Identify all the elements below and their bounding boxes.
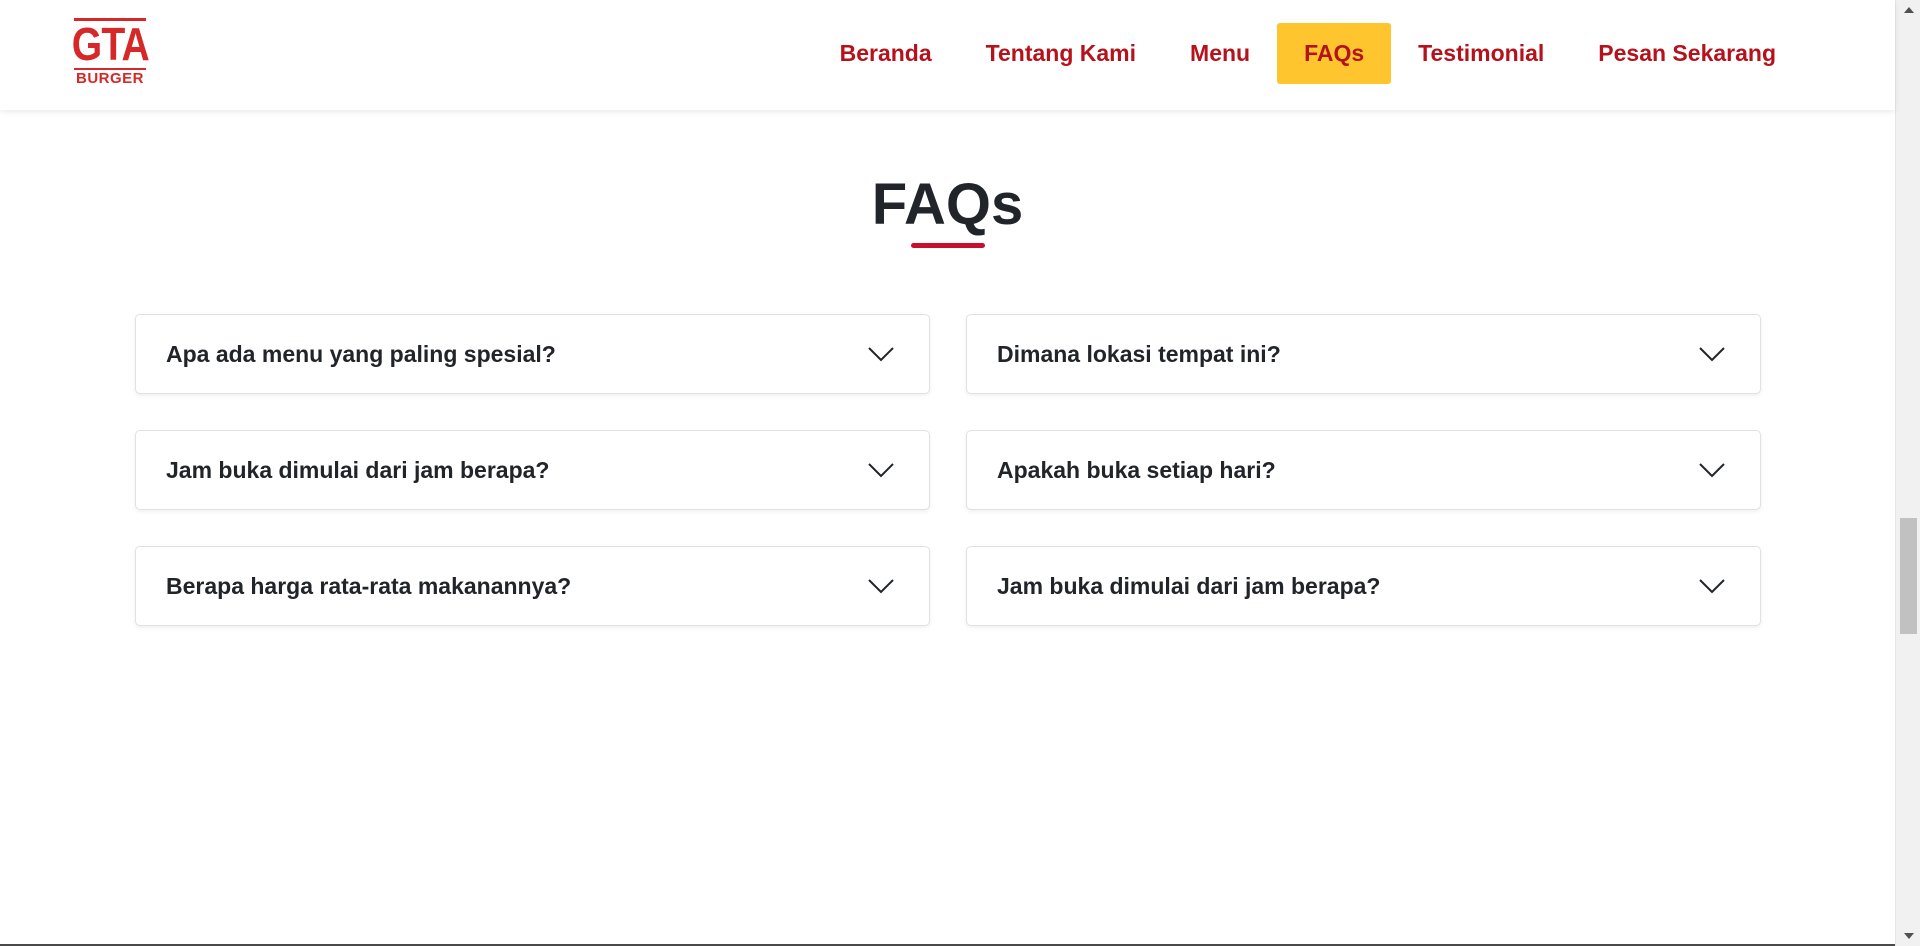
nav-link-pesan-sekarang[interactable]: Pesan Sekarang bbox=[1571, 23, 1803, 84]
faq-item[interactable]: Jam buka dimulai dari jam berapa? bbox=[135, 430, 930, 510]
navbar: GTA BURGER Beranda Tentang Kami Menu FAQ… bbox=[0, 0, 1895, 110]
faq-question: Jam buka dimulai dari jam berapa? bbox=[997, 572, 1381, 599]
chevron-down-icon bbox=[868, 347, 894, 362]
chevron-down-icon bbox=[1699, 463, 1725, 478]
nav-link-testimonial[interactable]: Testimonial bbox=[1391, 23, 1571, 84]
scroll-up-arrow-icon[interactable] bbox=[1896, 0, 1920, 20]
vertical-scrollbar[interactable] bbox=[1895, 0, 1920, 946]
faq-grid: Apa ada menu yang paling spesial? Dimana… bbox=[135, 314, 1761, 626]
faq-question: Dimana lokasi tempat ini? bbox=[997, 340, 1281, 367]
faq-question: Apakah buka setiap hari? bbox=[997, 456, 1276, 483]
faq-question: Jam buka dimulai dari jam berapa? bbox=[166, 456, 550, 483]
scrollbar-thumb[interactable] bbox=[1900, 518, 1917, 634]
chevron-down-icon bbox=[1699, 347, 1725, 362]
faq-item[interactable]: Apa ada menu yang paling spesial? bbox=[135, 314, 930, 394]
main-nav: Beranda Tentang Kami Menu FAQs Testimoni… bbox=[813, 23, 1803, 84]
nav-link-faqs[interactable]: FAQs bbox=[1277, 23, 1392, 84]
brand-logo[interactable]: GTA BURGER bbox=[71, 18, 149, 92]
title-underline bbox=[911, 243, 985, 248]
logo-sub-text: BURGER bbox=[75, 70, 144, 87]
faq-item[interactable]: Apakah buka setiap hari? bbox=[966, 430, 1761, 510]
page: GTA BURGER Beranda Tentang Kami Menu FAQ… bbox=[0, 0, 1920, 946]
nav-link-menu[interactable]: Menu bbox=[1163, 23, 1277, 84]
faq-item[interactable]: Dimana lokasi tempat ini? bbox=[966, 314, 1761, 394]
chevron-down-icon bbox=[868, 579, 894, 594]
logo-main-text: GTA bbox=[71, 18, 149, 70]
scroll-down-arrow-icon[interactable] bbox=[1896, 926, 1920, 946]
chevron-down-icon bbox=[868, 463, 894, 478]
nav-link-beranda[interactable]: Beranda bbox=[813, 23, 959, 84]
nav-link-tentang-kami[interactable]: Tentang Kami bbox=[959, 23, 1163, 84]
chevron-down-icon bbox=[1699, 579, 1725, 594]
faq-question: Apa ada menu yang paling spesial? bbox=[166, 340, 556, 367]
section-title: FAQs bbox=[871, 172, 1024, 237]
faq-item[interactable]: Jam buka dimulai dari jam berapa? bbox=[966, 546, 1761, 626]
faq-item[interactable]: Berapa harga rata-rata makanannya? bbox=[135, 546, 930, 626]
faq-question: Berapa harga rata-rata makanannya? bbox=[166, 572, 572, 599]
